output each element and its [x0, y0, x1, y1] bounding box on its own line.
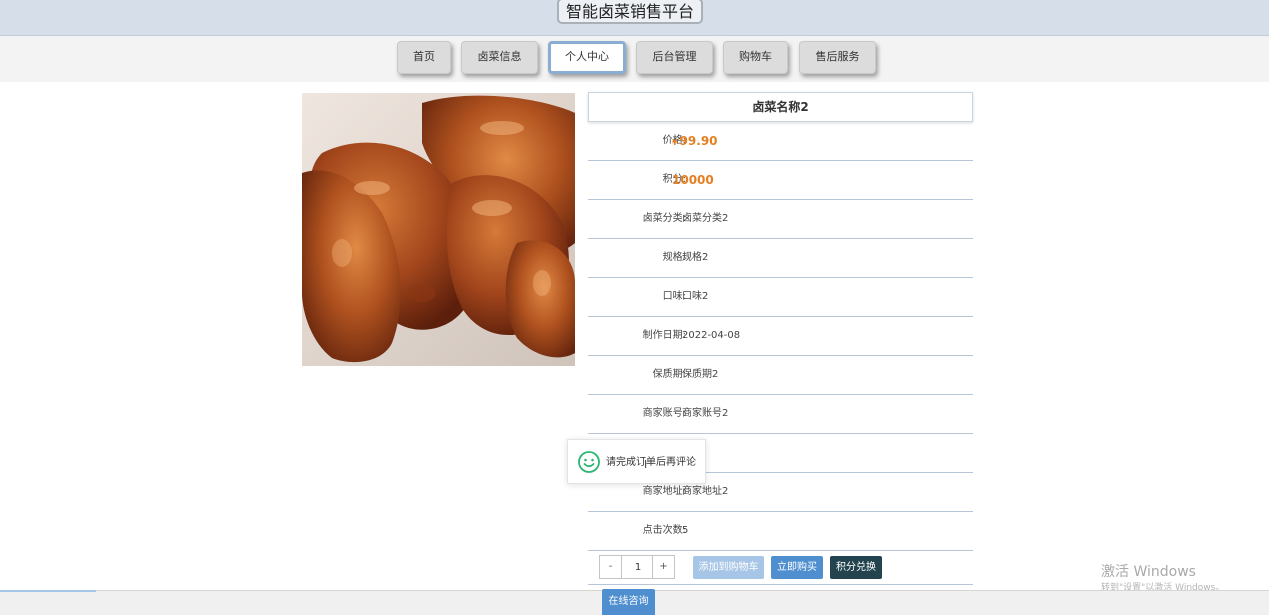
comment-toast: 请完成订单后再评论	[567, 439, 706, 484]
product-name: 卤菜名称2	[588, 92, 973, 122]
quantity-stepper: - +	[599, 555, 675, 579]
product-image	[302, 93, 575, 366]
field-row-category: 卤菜分类: 卤菜分类2	[588, 200, 973, 239]
field-row-production-date: 制作日期: 2022-04-08	[588, 317, 973, 356]
points-row: 积分: 10000	[588, 161, 973, 200]
nav-product-info[interactable]: 卤菜信息	[461, 41, 538, 74]
price-amount: 99.90	[679, 134, 718, 148]
smile-icon	[578, 451, 600, 473]
field-value: 商家账号2	[682, 408, 729, 419]
text-cursor-icon: I	[644, 458, 648, 471]
online-consult-button[interactable]: 在线咨询	[602, 589, 655, 615]
points-exchange-button[interactable]: 积分兑换	[830, 556, 882, 579]
field-label: 制作日期:	[642, 330, 686, 341]
field-label: 点击次数:	[642, 525, 686, 536]
purchase-actions: - + 添加到购物车 立即购买 积分兑换	[588, 551, 973, 585]
field-value: 卤菜分类2	[682, 213, 729, 224]
windows-activation-title: 激活 Windows	[1101, 564, 1196, 580]
field-value: 5	[682, 525, 689, 536]
field-row-flavor: 口味: 口味2	[588, 278, 973, 317]
braised-pork-trotter-image	[302, 93, 575, 366]
field-value: 2022-04-08	[682, 330, 741, 341]
bottom-accent-line	[0, 590, 96, 592]
buy-now-button[interactable]: 立即购买	[771, 556, 823, 579]
field-row-spec: 规格: 规格2	[588, 239, 973, 278]
nav-home[interactable]: 首页	[397, 41, 451, 74]
field-value: 规格2	[682, 252, 709, 263]
field-value: 保质期2	[682, 369, 719, 380]
field-label: 商家账号:	[642, 408, 686, 419]
field-label: 保质期:	[652, 369, 686, 380]
field-label: 卤菜分类:	[642, 213, 686, 224]
quantity-input[interactable]	[623, 556, 653, 578]
currency-symbol: ¥	[672, 138, 678, 147]
field-row-shelf-life: 保质期: 保质期2	[588, 356, 973, 395]
points-value: 10000	[672, 173, 714, 187]
main-nav: 首页 卤菜信息 个人中心 后台管理 购物车 售后服务	[0, 36, 1269, 82]
field-row-click-count: 点击次数: 5	[588, 512, 973, 551]
price-value: ¥99.90	[672, 122, 718, 162]
field-value: 口味2	[682, 291, 709, 302]
toast-message: 请完成订单后再评论	[606, 457, 696, 468]
increase-quantity-button[interactable]: +	[652, 556, 674, 578]
nav-personal-center[interactable]: 个人中心	[548, 41, 626, 74]
nav-cart[interactable]: 购物车	[723, 41, 788, 74]
top-header-bar: 智能卤菜销售平台	[0, 0, 1269, 36]
decrease-quantity-button[interactable]: -	[600, 556, 622, 578]
nav-admin[interactable]: 后台管理	[636, 41, 713, 74]
add-to-cart-button[interactable]: 添加到购物车	[693, 556, 764, 579]
price-row: 价格: ¥99.90	[588, 122, 973, 161]
nav-after-sales[interactable]: 售后服务	[799, 41, 876, 74]
site-title: 智能卤菜销售平台	[557, 0, 703, 24]
field-row-merchant-account: 商家账号: 商家账号2	[588, 395, 973, 434]
